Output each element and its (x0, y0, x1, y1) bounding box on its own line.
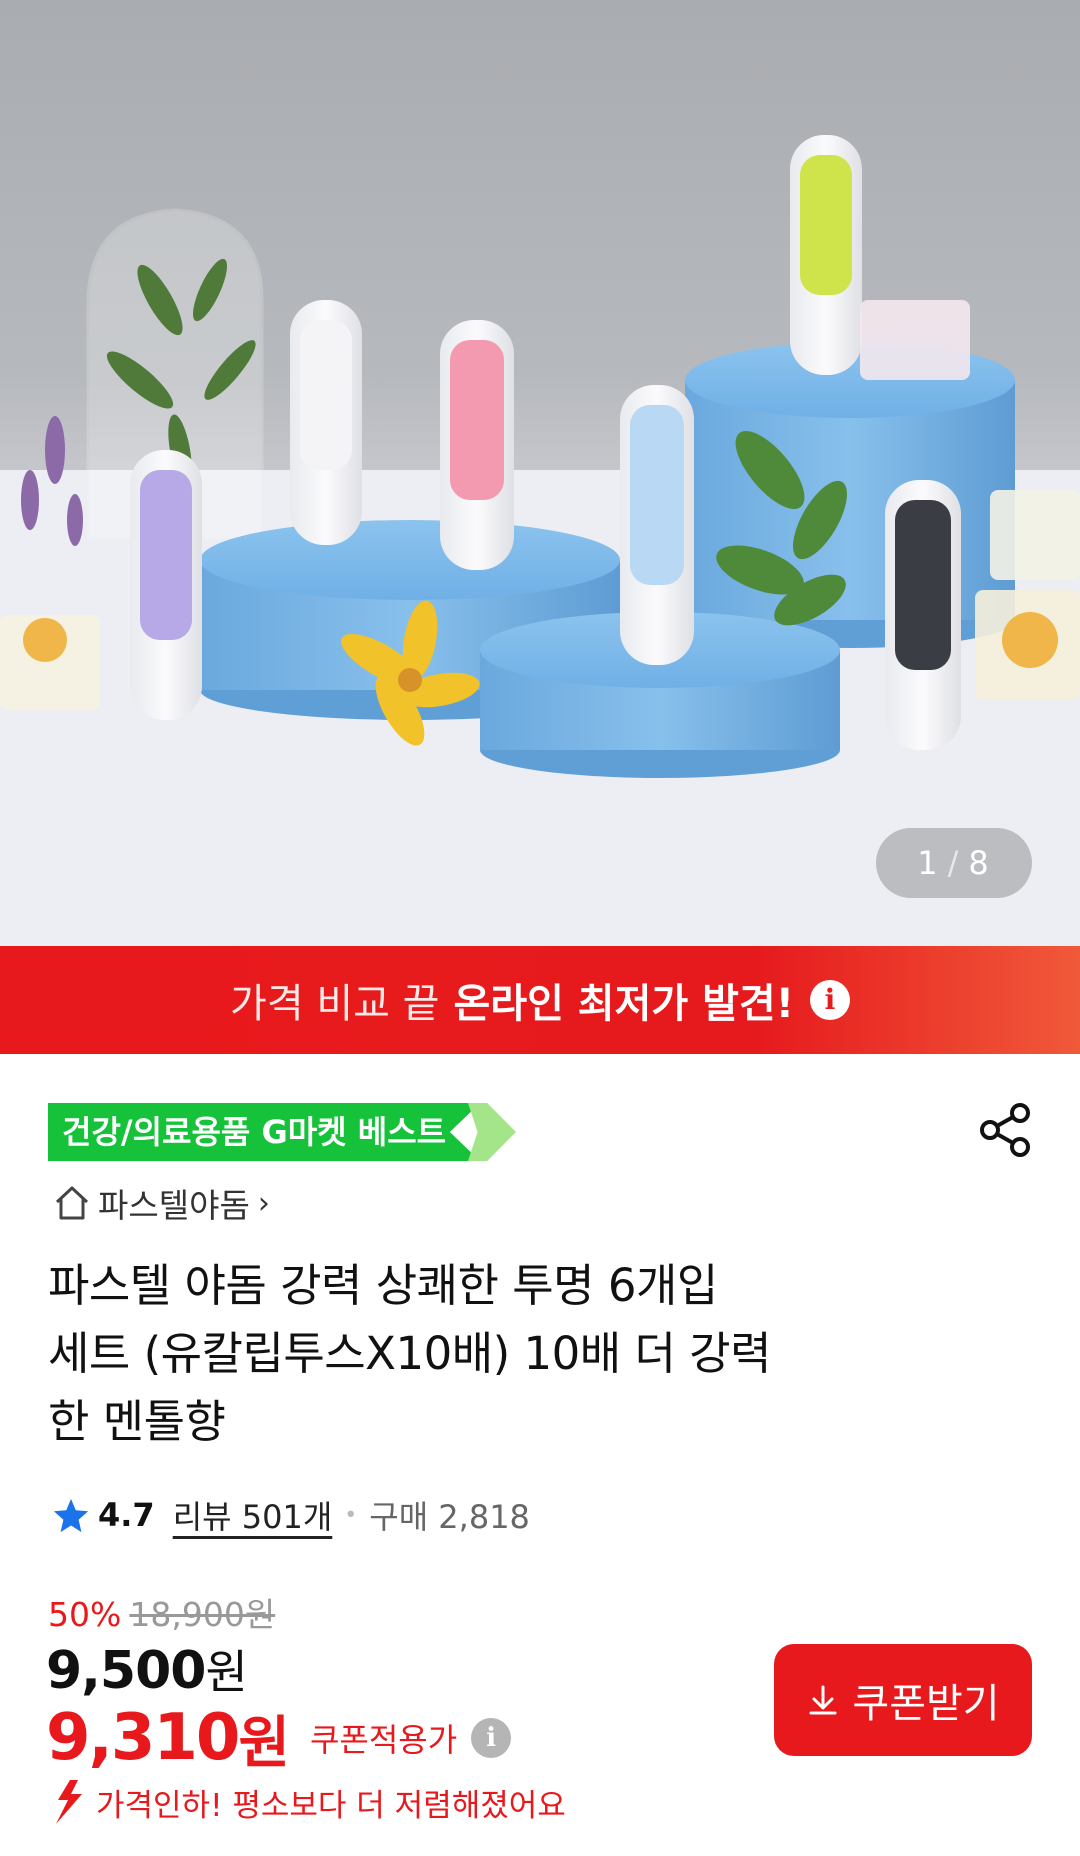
price-down-arrow-icon (56, 1780, 82, 1824)
gallery-separator: / (947, 844, 961, 882)
discount-row: 50% 18,900원 (48, 1588, 275, 1636)
banner-light-text: 가격 비교 끝 (230, 981, 440, 1027)
gallery-current: 1 (917, 844, 940, 882)
gallery-page-counter: 1/8 (876, 828, 1032, 898)
banner-bold-text: 온라인 최저가 발견! (453, 981, 794, 1027)
best-badge-tail (468, 1103, 516, 1161)
store-name: 파스텔야돔 (98, 1186, 250, 1225)
rating-row: 4.7 리뷰 501개 • 구매 2,818 (52, 1490, 530, 1540)
purchase-count: 구매 2,818 (369, 1498, 530, 1536)
home-icon (55, 1186, 89, 1220)
discount-rate: 50% (48, 1595, 122, 1634)
original-price: 18,900원 (129, 1595, 276, 1634)
title-line: 세트 (유칼립투스X10배) 10배 더 강력 (48, 1327, 771, 1380)
title-line: 한 멘톨향 (48, 1395, 226, 1448)
price-drop-notice: 가격인하! 평소보다 더 저렴해졌어요 (48, 1774, 566, 1830)
info-icon[interactable]: i (809, 980, 850, 1020)
coupon-price: 9,310 원 쿠폰적용가 i (46, 1692, 512, 1784)
share-icon[interactable] (976, 1100, 1036, 1160)
review-link[interactable]: 리뷰 501개 (173, 1492, 333, 1538)
product-title: 파스텔 야돔 강력 상쾌한 투명 6개입 세트 (유칼립투스X10배) 10배 … (48, 1252, 968, 1456)
chevron-right-icon: › (257, 1185, 270, 1221)
product-image-gallery[interactable]: 1/8 (0, 0, 1080, 946)
store-link[interactable]: 파스텔야돔 › (52, 1180, 270, 1226)
sale-price-unit: 원 (205, 1645, 247, 1699)
rating-score: 4.7 (98, 1496, 155, 1534)
title-line: 파스텔 야돔 강력 상쾌한 투명 6개입 (48, 1259, 718, 1312)
coupon-price-label: 쿠폰적용가 (309, 1721, 458, 1759)
star-icon (53, 1498, 89, 1533)
coupon-price-amount: 9,310 (46, 1701, 240, 1775)
separator-dot: • (344, 1502, 358, 1528)
info-icon[interactable]: i (471, 1718, 512, 1758)
lowest-price-banner[interactable]: 가격 비교 끝 온라인 최저가 발견! i (0, 946, 1080, 1054)
product-photo (0, 135, 1080, 946)
coupon-button-label: 쿠폰받기 (852, 1682, 1000, 1726)
coupon-price-unit: 원 (238, 1710, 290, 1776)
download-icon (809, 1685, 837, 1715)
price-drop-text: 가격인하! 평소보다 더 저렴해졌어요 (96, 1787, 566, 1824)
gallery-total: 8 (968, 844, 991, 882)
get-coupon-button[interactable]: 쿠폰받기 (774, 1644, 1032, 1756)
best-seller-badge: 건강/의료용품 G마켓 베스트 (48, 1103, 481, 1161)
